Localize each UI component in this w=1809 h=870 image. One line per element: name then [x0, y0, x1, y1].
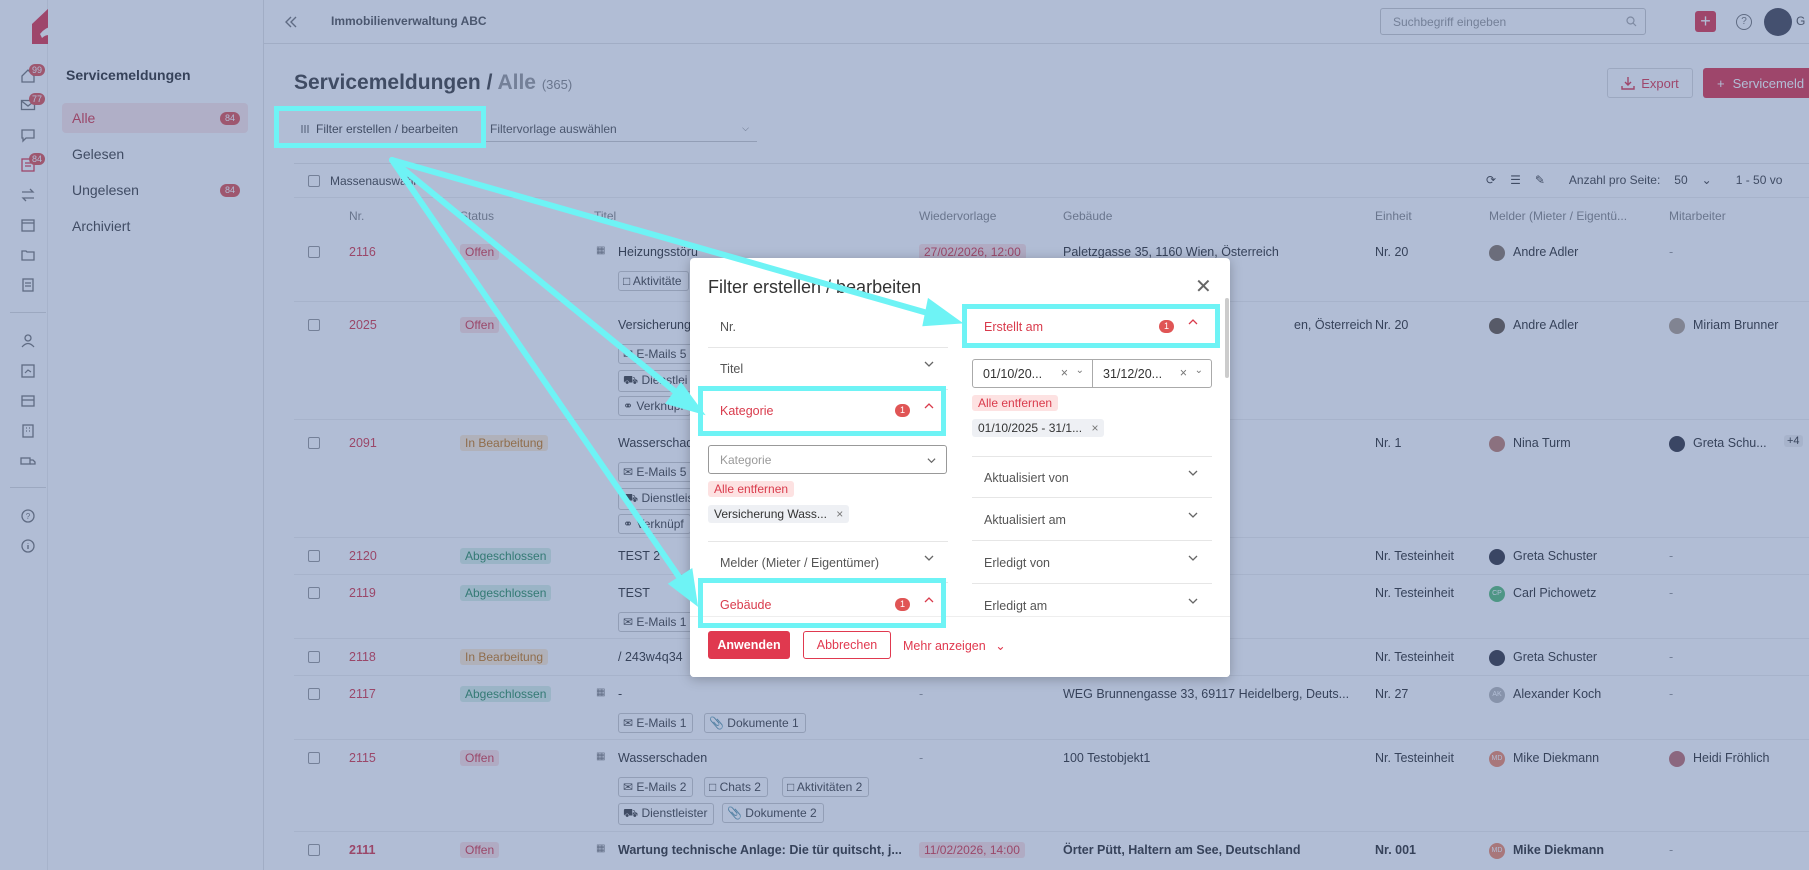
- arrow-to-gebaeude: [389, 157, 691, 593]
- annotation-arrows: [389, 157, 964, 607]
- arrow-to-kategorie: [389, 157, 691, 405]
- arrow-to-erstellt-am: [389, 157, 948, 321]
- arrowhead-icon: [922, 297, 964, 327]
